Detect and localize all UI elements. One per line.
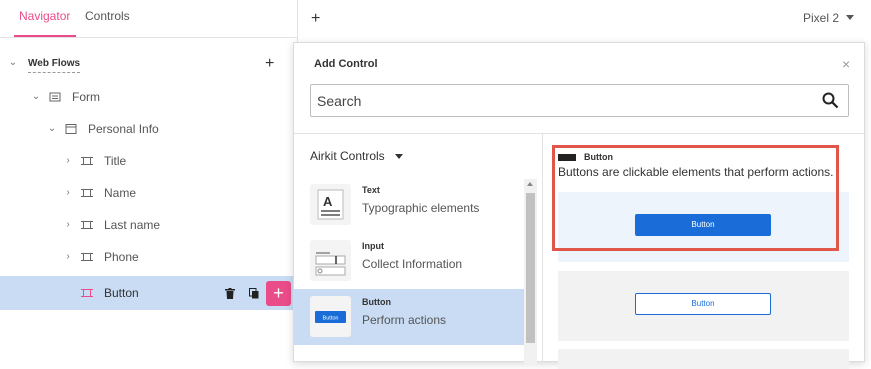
control-description: Typographic elements	[362, 201, 480, 215]
device-select[interactable]: Pixel 2	[803, 11, 839, 25]
control-name: Input	[362, 241, 384, 251]
preview-control-name: Button	[584, 152, 613, 162]
preview-control-description: Buttons are clickable elements that perf…	[558, 165, 834, 179]
element-icon	[81, 157, 93, 165]
control-item-input[interactable]: Input Collect Information	[294, 233, 524, 289]
add-control-button[interactable]: +	[266, 281, 291, 306]
text-control-icon: A	[317, 189, 344, 220]
trash-icon[interactable]	[225, 288, 235, 299]
tree-item-label: Phone	[104, 250, 139, 264]
chevron-down-icon[interactable]: ⌄	[8, 58, 18, 68]
element-icon	[81, 189, 93, 197]
tree-item-button[interactable]: Button	[0, 276, 298, 310]
chevron-right-icon[interactable]: ›	[63, 220, 73, 230]
control-item-text[interactable]: A Text Typographic elements	[294, 177, 524, 233]
control-item-button[interactable]: Button Button Perform actions	[294, 289, 524, 345]
input-control-thumbnail	[310, 240, 351, 281]
variant-card-outline[interactable]: Button	[558, 271, 849, 341]
tree-item-label: Button	[104, 286, 139, 300]
add-screen-button[interactable]: +	[311, 10, 320, 28]
svg-text:Button: Button	[323, 316, 339, 322]
outline-button-preview: Button	[635, 293, 771, 315]
element-icon	[81, 253, 93, 261]
container-icon	[65, 124, 77, 134]
tree-item-title[interactable]: › Title	[0, 146, 298, 176]
divider	[294, 133, 864, 134]
primary-button-preview: Button	[635, 214, 771, 236]
button-control-thumbnail: Button	[310, 296, 351, 337]
tab-navigator[interactable]: Navigator	[19, 9, 70, 23]
active-tab-indicator	[14, 35, 76, 37]
divider	[542, 134, 543, 364]
tree-item-last-name[interactable]: › Last name	[0, 210, 298, 240]
control-name: Text	[362, 185, 380, 195]
tab-controls[interactable]: Controls	[85, 9, 130, 23]
button-preview-icon	[558, 154, 576, 161]
add-control-dialog: Add Control × Airkit Controls A Text Typ…	[293, 42, 865, 369]
tree-item-personal-info[interactable]: ⌄ Personal Info	[0, 114, 298, 144]
element-icon	[81, 289, 93, 297]
control-name: Button	[362, 297, 391, 307]
scroll-up-arrow-icon[interactable]	[527, 182, 533, 186]
tree-item-form[interactable]: ⌄ Form	[0, 82, 298, 112]
dialog-title: Add Control	[314, 58, 378, 70]
chevron-right-icon[interactable]: ›	[63, 252, 73, 262]
scrollbar[interactable]	[524, 179, 537, 365]
close-icon[interactable]: ×	[842, 56, 850, 72]
form-icon	[49, 92, 61, 102]
chevron-right-icon[interactable]: ›	[63, 156, 73, 166]
tree-item-label: Personal Info	[88, 122, 159, 136]
chevron-down-icon[interactable]: ⌄	[31, 92, 41, 102]
category-select[interactable]: Airkit Controls	[310, 149, 385, 163]
control-description: Perform actions	[362, 313, 447, 327]
control-description: Collect Information	[362, 257, 463, 271]
tree-item-label: Title	[104, 154, 127, 168]
svg-text:A: A	[323, 194, 333, 209]
copy-icon[interactable]	[249, 288, 259, 299]
variant-card-next[interactable]	[558, 349, 849, 369]
text-control-thumbnail: A	[310, 184, 351, 225]
variant-card-primary[interactable]: Button	[558, 192, 849, 262]
tree-item-phone[interactable]: › Phone	[0, 242, 298, 272]
caret-down-icon[interactable]	[395, 154, 403, 159]
button-control-icon: Button	[315, 311, 346, 323]
element-icon	[81, 221, 93, 229]
search-box	[310, 84, 849, 117]
scrollbar-thumb[interactable]	[526, 193, 535, 343]
tree-item-name[interactable]: › Name	[0, 178, 298, 208]
tree-item-label: Name	[104, 186, 137, 200]
tree-item-label: Last name	[104, 218, 161, 232]
search-input[interactable]	[317, 85, 817, 116]
caret-down-icon[interactable]	[846, 15, 854, 20]
search-icon[interactable]	[822, 92, 839, 109]
chevron-right-icon[interactable]: ›	[63, 188, 73, 198]
input-control-icon	[315, 252, 346, 276]
add-flow-button[interactable]: +	[265, 56, 274, 72]
tree-item-label: Form	[72, 90, 100, 104]
tree-item-web-flows[interactable]: ⌄ Web Flows +	[0, 48, 298, 78]
flows-underline	[28, 72, 80, 73]
navigator-panel: Navigator Controls ⌄ Web Flows + ⌄ Form …	[0, 0, 298, 352]
tree-item-label: Web Flows	[28, 57, 81, 69]
chevron-down-icon[interactable]: ⌄	[47, 124, 57, 134]
nav-tabs: Navigator Controls	[0, 0, 297, 38]
